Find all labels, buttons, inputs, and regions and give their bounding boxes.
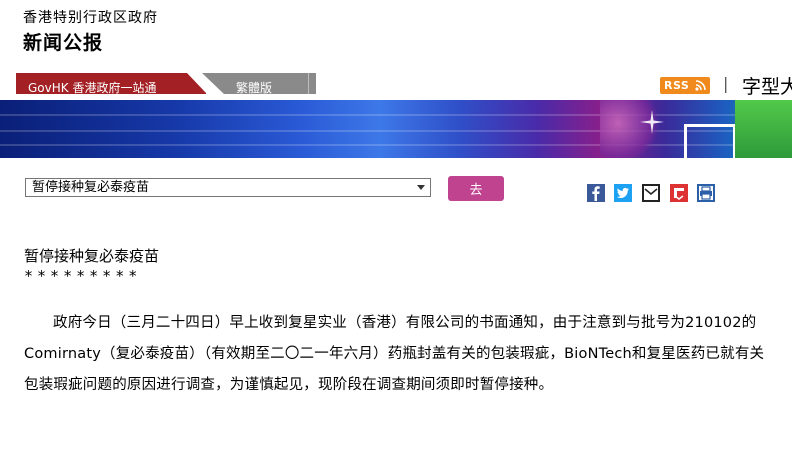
sparkle-icon bbox=[640, 110, 664, 134]
header-banner bbox=[0, 100, 792, 158]
facebook-icon[interactable] bbox=[587, 184, 605, 202]
email-icon[interactable] bbox=[642, 184, 660, 202]
article-paragraph: 政府今日（三月二十四日）早上收到复星实业（香港）有限公司的书面通知，由于注意到与… bbox=[24, 315, 765, 393]
article-content: 暂停接种复必泰疫苗 ********* 政府今日（三月二十四日）早上收到复星实业… bbox=[24, 246, 774, 401]
rss-icon bbox=[695, 80, 706, 91]
go-button[interactable]: 去 bbox=[448, 176, 504, 201]
header-separator: | bbox=[723, 74, 729, 93]
title-stars: ********* bbox=[24, 267, 142, 285]
rss-label: RSS bbox=[664, 79, 690, 92]
govhk-link[interactable]: GovHK 香港政府一站通 bbox=[16, 73, 206, 94]
traditional-chinese-link[interactable]: 繁體版 bbox=[202, 73, 316, 94]
flipboard-icon[interactable] bbox=[670, 184, 688, 202]
rss-button[interactable]: RSS bbox=[660, 77, 710, 94]
chevron-down-icon bbox=[417, 185, 425, 190]
article-select-value: 暂停接种复必泰疫苗 bbox=[32, 180, 150, 195]
government-name: 香港特别行政区政府 bbox=[23, 10, 158, 26]
font-size-control[interactable]: 字型大 bbox=[742, 72, 792, 99]
twitter-icon[interactable] bbox=[614, 184, 632, 202]
site-header: 香港特别行政区政府 新闻公报 bbox=[23, 10, 158, 55]
print-icon[interactable] bbox=[697, 184, 715, 202]
top-navigation: GovHK 香港政府一站通 繁體版 bbox=[16, 73, 316, 94]
article-title: 暂停接种复必泰疫苗 bbox=[24, 247, 160, 265]
nav-divider bbox=[308, 73, 309, 94]
section-title: 新闻公报 bbox=[23, 32, 104, 54]
article-select[interactable]: 暂停接种复必泰疫苗 bbox=[25, 178, 431, 197]
